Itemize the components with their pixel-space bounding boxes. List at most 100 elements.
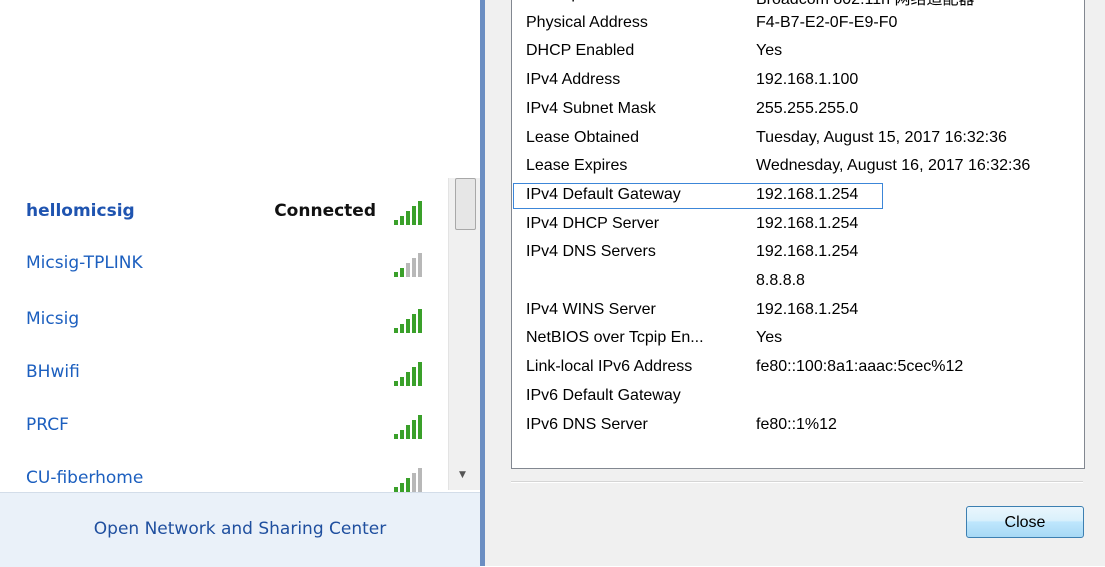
signal-strength xyxy=(390,466,430,492)
network-item[interactable]: Micsig-TPLINK xyxy=(0,245,448,285)
details-row[interactable]: Link-local IPv6 Address fe80::100:8a1:aaa… xyxy=(526,355,1076,381)
signal-bar xyxy=(400,483,404,492)
details-row[interactable]: Lease Obtained Tuesday, August 15, 2017 1… xyxy=(526,126,1076,152)
signal-bar xyxy=(400,324,404,333)
property-name: Lease Obtained xyxy=(526,128,639,146)
network-item[interactable]: PRCF xyxy=(0,407,448,447)
details-row[interactable]: DHCP Enabled Yes xyxy=(526,39,1076,65)
details-row[interactable]: IPv6 Default Gateway xyxy=(526,384,1076,410)
property-name: IPv4 Address xyxy=(526,71,621,89)
signal-bar xyxy=(406,425,410,439)
close-button-label: Close xyxy=(1004,514,1046,531)
network-name: Micsig-TPLINK xyxy=(26,253,143,273)
property-value: F4-B7-E2-0F-E9-F0 xyxy=(756,13,898,31)
signal-strength xyxy=(390,413,430,439)
property-value: 192.168.1.100 xyxy=(756,71,859,89)
details-row[interactable]: 8.8.8.8 xyxy=(526,269,1076,295)
scroll-down-arrow-icon[interactable]: ▼ xyxy=(459,470,466,480)
signal-bar xyxy=(400,268,404,277)
network-item[interactable]: Micsig xyxy=(0,301,448,341)
wifi-signal-icon xyxy=(394,201,422,225)
signal-bar xyxy=(412,367,416,386)
details-row[interactable]: IPv4 WINS Server 192.168.1.254 xyxy=(526,298,1076,324)
property-name: Lease Expires xyxy=(526,157,628,175)
signal-bar xyxy=(418,468,422,492)
property-value: Broadcom 802.11n 网络适配器 xyxy=(756,0,974,9)
wireless-network-list-panel: hellomicsig Connected Micsig-TPLINK Micsig B… xyxy=(0,0,481,567)
signal-bar xyxy=(394,434,398,439)
property-name: IPv6 Default Gateway xyxy=(526,386,681,404)
property-name: IPv4 WINS Server xyxy=(526,300,656,318)
close-button[interactable]: Close xyxy=(966,506,1084,538)
signal-bar xyxy=(406,263,410,277)
property-value: 192.168.1.254 xyxy=(756,300,859,318)
network-connection-details-window: Description Broadcom 802.11n 网络适配器 Physica… xyxy=(485,0,1105,566)
details-row[interactable]: NetBIOS over Tcpip En... Yes xyxy=(526,326,1076,352)
signal-bar xyxy=(406,478,410,492)
property-value: fe80::1%12 xyxy=(756,415,837,433)
scrollbar-thumb[interactable] xyxy=(455,178,476,230)
signal-bar xyxy=(418,415,422,439)
details-row-selected[interactable]: IPv4 Default Gateway 192.168.1.254 xyxy=(513,182,883,209)
signal-strength xyxy=(390,360,430,386)
property-name: IPv6 DNS Server xyxy=(526,415,648,433)
network-name: Micsig xyxy=(26,309,80,329)
property-name: NetBIOS over Tcpip En... xyxy=(526,329,704,347)
open-network-sharing-center-link[interactable]: Open Network and Sharing Center xyxy=(0,519,480,539)
signal-bar xyxy=(406,319,410,333)
property-value: 192.168.1.254 xyxy=(756,214,859,232)
signal-bar xyxy=(418,253,422,277)
details-row[interactable]: IPv6 DNS Server fe80::1%12 xyxy=(526,413,1076,439)
details-row[interactable]: IPv4 Subnet Mask 255.255.255.0 xyxy=(526,97,1076,123)
property-name: IPv4 Subnet Mask xyxy=(526,99,656,117)
property-value: 192.168.1.254 xyxy=(756,185,859,203)
signal-bar xyxy=(412,473,416,492)
signal-bar xyxy=(400,377,404,386)
dialog-separator xyxy=(511,481,1083,483)
network-name: CU-fiberhome xyxy=(26,468,144,488)
signal-strength xyxy=(390,307,430,333)
wifi-signal-icon xyxy=(394,309,422,333)
network-name: BHwifi xyxy=(26,362,80,382)
signal-strength xyxy=(390,251,430,277)
signal-bar xyxy=(406,211,410,225)
signal-bar xyxy=(412,258,416,277)
details-row[interactable]: IPv4 DNS Servers 192.168.1.254 xyxy=(526,240,1076,266)
property-value: 255.255.255.0 xyxy=(756,99,859,117)
property-name: Physical Address xyxy=(526,13,648,31)
property-name: DHCP Enabled xyxy=(526,42,635,60)
signal-bar xyxy=(406,372,410,386)
details-row[interactable]: Description Broadcom 802.11n 网络适配器 xyxy=(526,0,1076,8)
property-name: Link-local IPv6 Address xyxy=(526,358,693,376)
property-value: Yes xyxy=(756,42,783,60)
wifi-signal-icon xyxy=(394,362,422,386)
property-name: IPv4 DNS Servers xyxy=(526,243,656,261)
network-item[interactable]: BHwifi xyxy=(0,354,448,394)
network-panel-footer: Open Network and Sharing Center xyxy=(0,492,480,567)
property-value: Tuesday, August 15, 2017 16:32:36 xyxy=(756,128,1007,146)
property-value: fe80::100:8a1:aaac:5cec%12 xyxy=(756,358,964,376)
network-name: PRCF xyxy=(26,415,69,435)
network-list-scrollbar[interactable]: ▼ xyxy=(448,178,481,490)
signal-bar xyxy=(394,220,398,225)
property-name: IPv4 DHCP Server xyxy=(526,214,660,232)
wifi-signal-icon xyxy=(394,253,422,277)
signal-strength xyxy=(390,199,430,225)
property-value: Wednesday, August 16, 2017 16:32:36 xyxy=(756,157,1031,175)
network-item[interactable]: hellomicsig Connected xyxy=(0,193,448,233)
signal-bar xyxy=(412,314,416,333)
details-row[interactable]: Physical Address F4-B7-E2-0F-E9-F0 xyxy=(526,11,1076,37)
signal-bar xyxy=(412,206,416,225)
signal-bar xyxy=(394,328,398,333)
property-value: 8.8.8.8 xyxy=(756,272,805,289)
details-row[interactable]: IPv4 Address 192.168.1.100 xyxy=(526,68,1076,94)
details-row[interactable]: Lease Expires Wednesday, August 16, 2017 … xyxy=(526,154,1076,180)
network-status: Connected xyxy=(274,201,376,221)
property-value: Yes xyxy=(756,329,783,347)
signal-bar xyxy=(418,362,422,386)
property-name: IPv4 Default Gateway xyxy=(526,185,681,203)
wifi-signal-icon xyxy=(394,468,422,492)
network-connection-details-list[interactable]: Description Broadcom 802.11n 网络适配器 Physica… xyxy=(511,0,1085,469)
details-row[interactable]: IPv4 DHCP Server 192.168.1.254 xyxy=(526,212,1076,238)
wifi-signal-icon xyxy=(394,415,422,439)
